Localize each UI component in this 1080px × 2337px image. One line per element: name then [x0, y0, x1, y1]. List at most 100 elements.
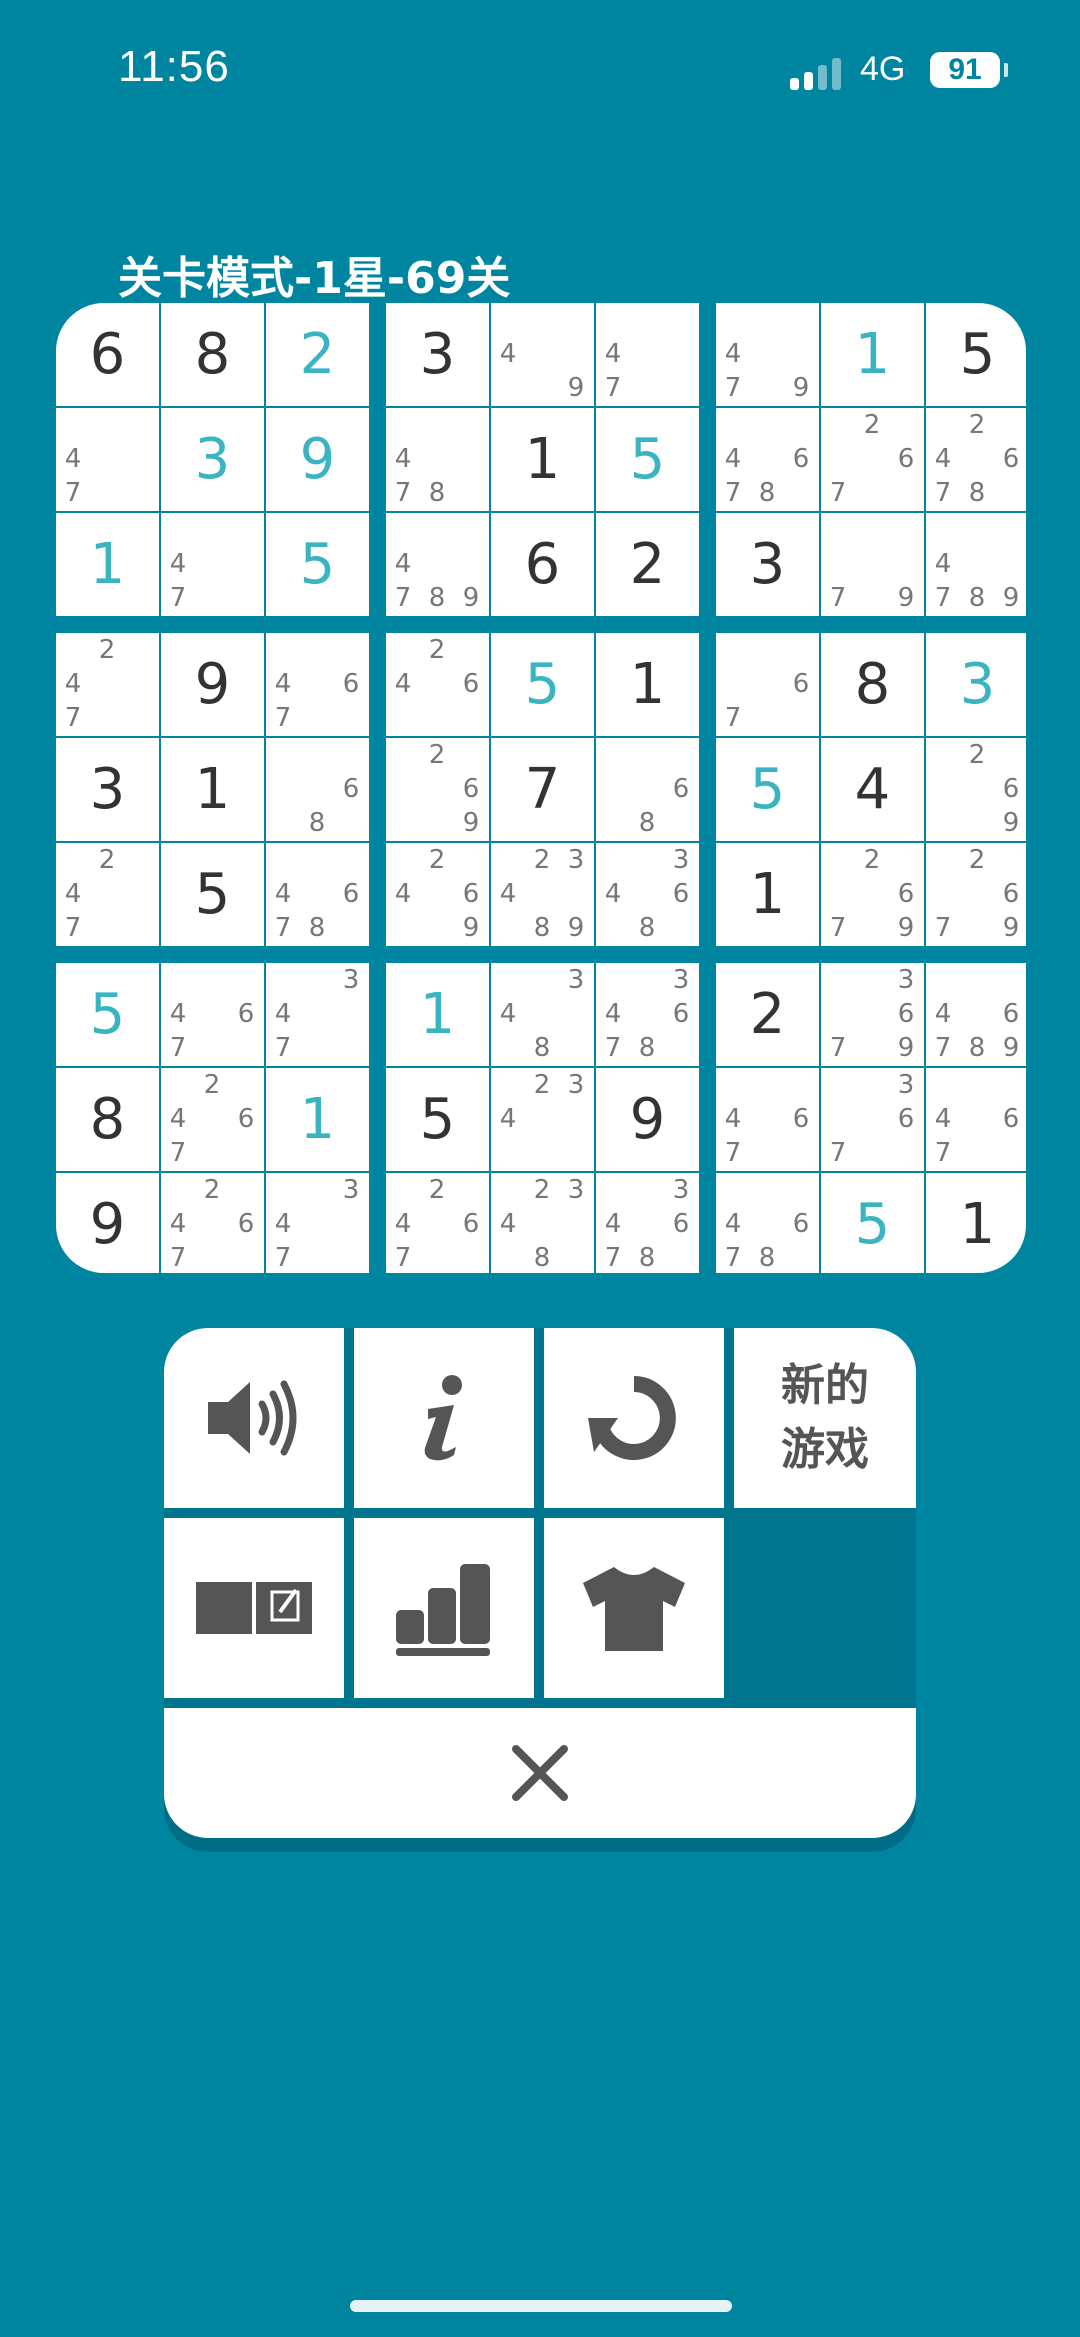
sudoku-cell[interactable]: 5 — [716, 738, 819, 841]
sudoku-cell[interactable]: 3 — [161, 408, 264, 511]
sudoku-cell[interactable]: 3 4 68 — [596, 843, 699, 946]
sudoku-cell[interactable]: 4 7 9 — [716, 303, 819, 406]
new-game-button[interactable]: 新的 游戏 — [734, 1328, 916, 1508]
sudoku-cell[interactable]: 4 — [821, 738, 924, 841]
stats-button[interactable] — [354, 1518, 534, 1698]
candidate-note: 8 — [308, 808, 326, 838]
sudoku-cell[interactable]: 3 6 7 9 — [821, 963, 924, 1066]
sudoku-cell[interactable]: 24 6 7 — [161, 1173, 264, 1273]
sudoku-cell[interactable]: 8 — [56, 1068, 159, 1171]
sudoku-cell[interactable]: 1 — [821, 303, 924, 406]
sudoku-cell[interactable]: 26 7 9 — [821, 843, 924, 946]
sudoku-cell[interactable]: 23 489 — [491, 843, 594, 946]
sudoku-cell[interactable]: 23 48 — [491, 1173, 594, 1273]
sudoku-cell[interactable]: 4 6 78 — [716, 408, 819, 511]
candidate-note: 2 — [968, 845, 986, 875]
sudoku-cell[interactable]: 4 78 — [386, 408, 489, 511]
sudoku-cell[interactable]: 5 — [266, 513, 369, 616]
sudoku-cell[interactable]: 3 — [926, 633, 1026, 736]
sudoku-cell[interactable]: 6 — [56, 303, 159, 406]
sudoku-cell[interactable]: 7 — [491, 738, 594, 841]
sudoku-cell[interactable]: 1 — [491, 408, 594, 511]
sudoku-cell[interactable]: 3 4 7 — [266, 1173, 369, 1273]
sudoku-cell[interactable]: 4 6 7 — [716, 1068, 819, 1171]
sudoku-cell[interactable]: 4 6 7 — [161, 963, 264, 1066]
close-menu-button[interactable] — [164, 1708, 916, 1838]
restart-button[interactable] — [544, 1328, 724, 1508]
sudoku-cell[interactable]: 49 — [491, 303, 594, 406]
candidate-note: 7 — [934, 1033, 952, 1063]
candidate-note: 4 — [394, 444, 412, 474]
sudoku-cell[interactable]: 4 6 789 — [926, 963, 1026, 1066]
candidate-note: 4 — [499, 339, 517, 369]
sudoku-cell[interactable]: 67 — [716, 633, 819, 736]
sudoku-cell[interactable]: 1 — [596, 633, 699, 736]
sudoku-cell[interactable]: 23 4 — [491, 1068, 594, 1171]
sudoku-cell[interactable]: 4 789 — [926, 513, 1026, 616]
sudoku-cell[interactable]: 8 — [821, 633, 924, 736]
sudoku-cell[interactable]: 5 — [596, 408, 699, 511]
sudoku-cell[interactable]: 24 6 7 — [386, 1173, 489, 1273]
sudoku-cell[interactable]: 26 7 9 — [926, 843, 1026, 946]
sudoku-cell[interactable]: 3 — [716, 513, 819, 616]
sudoku-cell[interactable]: 4 6 7 — [926, 1068, 1026, 1171]
sudoku-cell[interactable]: 9 — [56, 1173, 159, 1273]
sudoku-cell[interactable]: 4 6 78 — [716, 1173, 819, 1273]
sudoku-cell[interactable]: 47 — [161, 513, 264, 616]
candidate-note: 8 — [758, 478, 776, 508]
sudoku-cell[interactable]: 5 — [161, 843, 264, 946]
sudoku-cell[interactable]: 3 4 7 — [266, 963, 369, 1066]
sudoku-cell[interactable]: 2 — [596, 513, 699, 616]
sudoku-cell[interactable]: 1 — [266, 1068, 369, 1171]
sudoku-cell[interactable]: 24 7 — [56, 843, 159, 946]
sudoku-cell[interactable]: 1 — [386, 963, 489, 1066]
sudoku-cell[interactable]: 2 — [266, 303, 369, 406]
sudoku-cell[interactable]: 26 9 — [386, 738, 489, 841]
candidate-note: 2 — [203, 1175, 221, 1205]
sudoku-cell[interactable]: 24 6 — [386, 633, 489, 736]
candidate-note: 4 — [604, 1209, 622, 1239]
sudoku-cell[interactable]: 47 — [596, 303, 699, 406]
sudoku-cell[interactable]: 3 4 6 78 — [596, 963, 699, 1066]
sudoku-cell[interactable]: 3 — [386, 303, 489, 406]
sudoku-cell[interactable]: 3 48 — [491, 963, 594, 1066]
sudoku-cell[interactable]: 5 — [821, 1173, 924, 1273]
sudoku-cell[interactable]: 1 — [716, 843, 819, 946]
sudoku-cell[interactable]: 2 — [716, 963, 819, 1066]
sudoku-cell[interactable]: 3 6 7 — [821, 1068, 924, 1171]
given-digit: 9 — [629, 1087, 666, 1152]
sudoku-cell[interactable]: 3 4 6 78 — [596, 1173, 699, 1273]
sudoku-cell[interactable]: 1 — [926, 1173, 1026, 1273]
sudoku-cell[interactable]: 4 6 78 — [266, 843, 369, 946]
sudoku-cell[interactable]: 5 — [926, 303, 1026, 406]
info-button[interactable] — [354, 1328, 534, 1508]
sudoku-cell[interactable]: 3 — [56, 738, 159, 841]
status-bar: 11:56 4G 91 — [0, 0, 1080, 140]
sudoku-cell[interactable]: 26 9 — [926, 738, 1026, 841]
sudoku-cell[interactable]: 79 — [821, 513, 924, 616]
sudoku-cell[interactable]: 5 — [491, 633, 594, 736]
sudoku-cell[interactable]: 24 6 9 — [386, 843, 489, 946]
notes-button[interactable] — [164, 1518, 344, 1698]
sudoku-cell[interactable]: 9 — [161, 633, 264, 736]
sudoku-cell[interactable]: 26 7 — [821, 408, 924, 511]
sudoku-cell[interactable]: 47 — [56, 408, 159, 511]
sudoku-cell[interactable]: 1 — [161, 738, 264, 841]
sudoku-cell[interactable]: 1 — [56, 513, 159, 616]
sudoku-cell[interactable]: 24 6 78 — [926, 408, 1026, 511]
sound-button[interactable] — [164, 1328, 344, 1508]
sudoku-cell[interactable]: 4 6 7 — [266, 633, 369, 736]
sudoku-cell[interactable]: 4 789 — [386, 513, 489, 616]
sudoku-cell[interactable]: 8 — [161, 303, 264, 406]
sudoku-cell[interactable]: 5 — [386, 1068, 489, 1171]
sudoku-cell[interactable]: 9 — [596, 1068, 699, 1171]
sudoku-cell[interactable]: 5 — [56, 963, 159, 1066]
sudoku-cell[interactable]: 24 6 7 — [161, 1068, 264, 1171]
given-digit: 2 — [629, 532, 666, 597]
sudoku-cell[interactable]: 9 — [266, 408, 369, 511]
sudoku-cell[interactable]: 68 — [596, 738, 699, 841]
sudoku-cell[interactable]: 68 — [266, 738, 369, 841]
sudoku-cell[interactable]: 24 7 — [56, 633, 159, 736]
sudoku-cell[interactable]: 6 — [491, 513, 594, 616]
theme-button[interactable] — [544, 1518, 724, 1698]
